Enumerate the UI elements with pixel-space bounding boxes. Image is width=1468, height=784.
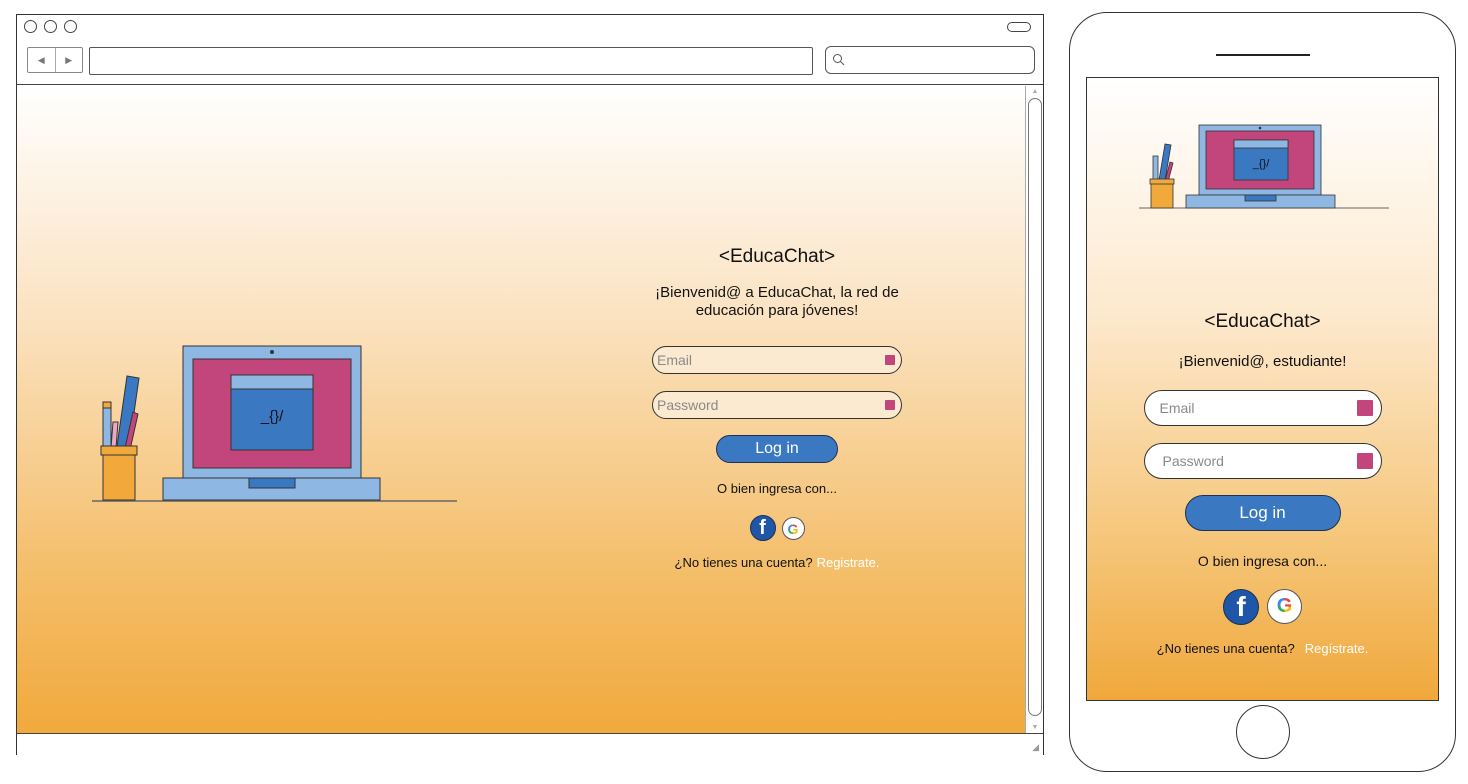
page-viewport: _{}/ <EducaChat> ¡Bienvenid@ a EducaChat… [17,86,1025,733]
email-field[interactable]: Email [652,346,902,374]
pencil-cup-icon [100,375,140,501]
search-icon [833,54,845,66]
brand-title: <EducaChat> [1204,311,1321,332]
resize-grip-icon[interactable]: ◢ [1032,742,1039,753]
browser-navbar: ◀ ▶ [17,39,1043,85]
screen-code-text: _{}/ [1252,158,1270,170]
google-icon[interactable]: G [1267,589,1302,624]
signup-row: ¿No tienes una cuenta? Registrate. [637,555,917,570]
signup-link[interactable]: Regístrate. [1305,641,1369,656]
alt-login-text: O bien ingresa con... [717,481,837,496]
signup-prompt: ¿No tienes una cuenta? [1156,641,1295,656]
back-button[interactable]: ◀ [28,48,55,72]
pencil-cup-icon [1149,143,1175,209]
email-field-icon [885,355,895,365]
welcome-text: ¡Bienvenid@ a EducaChat, la red de educa… [655,284,899,319]
history-nav: ◀ ▶ [27,47,83,73]
alt-login-text: O bien ingresa con... [1197,553,1328,569]
brand-title: <EducaChat> [718,246,836,267]
browser-search-input[interactable] [825,46,1035,74]
window-titlebar [17,15,1043,39]
social-login-group: f G [637,515,917,541]
vertical-scrollbar[interactable]: ▲ ▼ [1025,86,1043,733]
signup-row: ¿No tienes una cuenta? Regístrate. [1087,641,1438,656]
password-field-icon [1356,453,1373,469]
maximize-window-button[interactable] [64,20,77,33]
url-bar[interactable] [89,47,813,75]
welcome-text: ¡Bienvenid@, estudiante! [1178,353,1347,370]
mobile-device-frame: _{}/ <EducaChat> ¡Bienvenid@, estudiante… [1069,12,1456,772]
email-field-icon [1356,400,1373,416]
scroll-up-icon[interactable]: ▲ [1026,88,1044,95]
email-field[interactable]: Email [1143,390,1382,426]
email-placeholder: Email [1159,400,1195,416]
status-bar: ◢ [17,733,1043,755]
google-icon[interactable]: G [781,517,805,540]
signup-link[interactable]: Registrate. [817,555,880,570]
signup-prompt: ¿No tienes una cuenta? [674,555,813,570]
facebook-icon[interactable]: f [1223,589,1259,625]
minimize-window-button[interactable] [44,20,57,33]
forward-button[interactable]: ▶ [54,48,83,72]
desktop-browser-window: ◀ ▶ _{}/ <EducaChat> ¡Bienvenid@ a Educa… [16,14,1044,755]
social-login-group: f G [1087,589,1438,625]
close-window-button[interactable] [24,20,37,33]
password-field[interactable]: Password [1143,443,1382,479]
toolbar-toggle-button[interactable] [1007,22,1031,32]
login-button[interactable]: Log in [716,435,838,463]
screen-code-text: _{}/ [260,408,284,425]
mobile-screen: _{}/ <EducaChat> ¡Bienvenid@, estudiante… [1086,77,1439,701]
password-placeholder: Password [657,397,719,413]
mobile-login-panel: <EducaChat> ¡Bienvenid@, estudiante! Ema… [1087,311,1438,656]
email-placeholder: Email [657,352,693,368]
scroll-down-icon[interactable]: ▼ [1026,724,1044,731]
laptop-illustration-mobile: _{}/ [1139,124,1389,209]
password-field[interactable]: Password [652,391,902,419]
login-panel: <EducaChat> ¡Bienvenid@ a EducaChat, la … [637,246,917,570]
laptop-illustration: _{}/ [92,345,457,502]
password-field-icon [885,400,895,410]
scrollbar-thumb[interactable] [1028,98,1042,716]
home-button[interactable] [1236,705,1290,759]
facebook-icon[interactable]: f [749,515,776,541]
password-placeholder: Password [1162,453,1224,469]
login-button[interactable]: Log in [1184,495,1341,531]
phone-speaker [1216,54,1310,56]
